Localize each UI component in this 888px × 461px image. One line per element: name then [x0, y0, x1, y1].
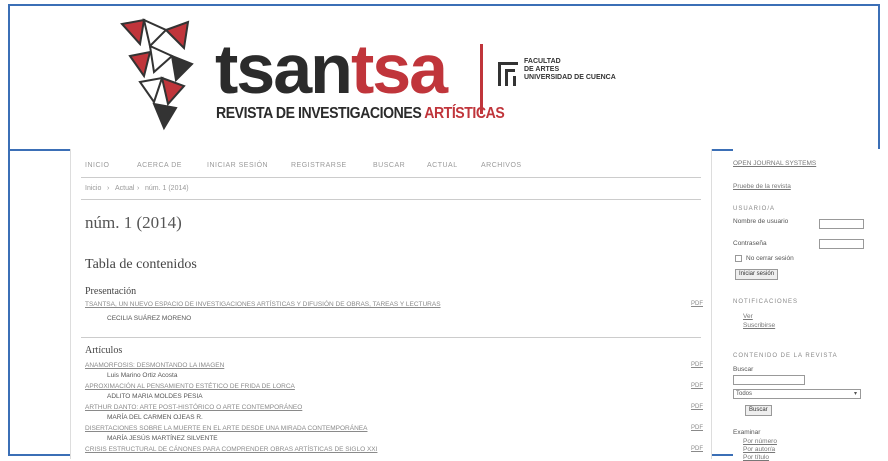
brand-wordmark[interactable]: tsantsa: [215, 34, 448, 104]
main-nav: INICIO ACERCA DE INICIAR SESIÓN REGISTRA…: [81, 157, 701, 178]
username-input[interactable]: [819, 219, 864, 229]
ojs-link[interactable]: OPEN JOURNAL SYSTEMS: [733, 160, 816, 167]
brand-subtitle: REVISTA DE INVESTIGACIONES ARTÍSTICAS: [216, 105, 505, 123]
brand-part2: tsa: [350, 30, 448, 108]
breadcrumb-sep: ›: [107, 185, 110, 192]
nav-item-iniciar-sesion[interactable]: INICIAR SESIÓN: [207, 162, 268, 169]
search-label: Buscar: [733, 366, 754, 373]
pdf-link[interactable]: PDF: [691, 383, 703, 389]
main-content: INICIO ACERCA DE INICIAR SESIÓN REGISTRA…: [70, 149, 712, 459]
chevron-down-icon: ▾: [853, 391, 857, 397]
remember-checkbox[interactable]: [735, 255, 742, 262]
user-block-heading: USUARIO/A: [733, 206, 776, 212]
article-title-link[interactable]: CRISIS ESTRUCTURAL DE CÁNONES PARA COMPR…: [85, 446, 377, 453]
pdf-link[interactable]: PDF: [691, 425, 703, 431]
notifications-heading: NOTIFICACIONES: [733, 299, 799, 305]
section-heading: Presentación: [85, 286, 137, 297]
browse-by-author-link[interactable]: Por autor/a: [743, 446, 775, 453]
breadcrumb-inicio[interactable]: Inicio: [85, 185, 101, 192]
nav-item-acerca[interactable]: ACERCA DE: [137, 162, 182, 169]
login-button[interactable]: Iniciar sesión: [735, 269, 779, 280]
section-divider: [81, 337, 701, 338]
breadcrumb: Inicio › Actual › núm. 1 (2014): [81, 181, 701, 200]
nav-item-archivos[interactable]: ARCHIVOS: [481, 162, 522, 169]
search-scope-value: Todos: [736, 391, 753, 397]
article-author: ADLITO MARIA MOLDES PESIA: [107, 393, 203, 400]
search-button[interactable]: Buscar: [745, 405, 772, 416]
notif-view-link[interactable]: Ver: [743, 313, 753, 320]
tsantsa-logo-mark: [120, 18, 194, 131]
section-heading: Artículos: [85, 345, 123, 356]
article-title-link[interactable]: ARTHUR DANTO: ARTE POST-HISTÓRICO O ARTE…: [85, 404, 302, 411]
pdf-link[interactable]: PDF: [691, 446, 703, 452]
search-scope-select[interactable]: Todos ▾: [733, 389, 861, 399]
nav-item-actual[interactable]: ACTUAL: [427, 162, 458, 169]
pdf-link[interactable]: PDF: [691, 404, 703, 410]
nav-item-registrarse[interactable]: REGISTRARSE: [291, 162, 347, 169]
breadcrumb-actual[interactable]: Actual: [115, 185, 134, 192]
article-title-link[interactable]: TSANTSA, UN NUEVO ESPACIO DE INVESTIGACI…: [85, 301, 441, 308]
brand-subtitle-main: REVISTA DE INVESTIGACIONES: [216, 105, 425, 122]
site-header: tsantsa REVISTA DE INVESTIGACIONES ARTÍS…: [10, 6, 878, 151]
page-title: núm. 1 (2014): [85, 213, 182, 232]
journal-profile-link[interactable]: Pruebe de la revista: [733, 183, 791, 190]
pdf-link[interactable]: PDF: [691, 362, 703, 368]
brand-part1: tsan: [215, 30, 353, 108]
browse-by-issue-link[interactable]: Por número: [743, 438, 777, 445]
brand-subtitle-red: ARTÍSTICAS: [424, 105, 505, 122]
breadcrumb-sep: ›: [137, 185, 140, 192]
faculty-line: UNIVERSIDAD DE CUENCA: [524, 74, 616, 81]
pdf-link[interactable]: PDF: [691, 301, 703, 307]
page-frame: tsantsa REVISTA DE INVESTIGACIONES ARTÍS…: [8, 4, 881, 461]
breadcrumb-current: núm. 1 (2014): [145, 185, 189, 192]
article-title-link[interactable]: ANAMORFOSIS: DESMONTANDO LA IMAGEN: [85, 362, 224, 369]
search-input[interactable]: [733, 375, 805, 385]
article-author: Luis Marino Ortiz Acosta: [107, 372, 178, 379]
notif-subscribe-link[interactable]: Suscribirse: [743, 322, 775, 329]
sidebar: OPEN JOURNAL SYSTEMS Pruebe de la revist…: [733, 149, 881, 461]
nav-item-inicio[interactable]: INICIO: [85, 162, 109, 169]
faculty-text: FACULTAD DE ARTES UNIVERSIDAD DE CUENCA: [524, 58, 616, 82]
username-label: Nombre de usuario: [733, 218, 789, 225]
faculty-logo-icon: [498, 62, 518, 86]
password-input[interactable]: [819, 239, 864, 249]
journal-content-heading: CONTENIDO DE LA REVISTA: [733, 353, 838, 359]
remember-label: No cerrar sesión: [746, 255, 794, 262]
faculty-line: FACULTAD: [524, 58, 561, 65]
nav-item-buscar[interactable]: BUSCAR: [373, 162, 405, 169]
article-author: MARÍA JESÚS MARTÍNEZ SILVENTE: [107, 435, 218, 442]
header-divider: [480, 44, 483, 114]
article-author: CECILIA SUÁREZ MORENO: [107, 315, 192, 322]
faculty-line: DE ARTES: [524, 66, 560, 73]
article-title-link[interactable]: DISERTACIONES SOBRE LA MUERTE EN EL ARTE…: [85, 425, 367, 432]
toc-title: Tabla de contenidos: [85, 257, 197, 272]
article-author: MARÍA DEL CARMEN OJEAS R.: [107, 414, 203, 421]
browse-label: Examinar: [733, 429, 761, 436]
article-title-link[interactable]: APROXIMACIÓN AL PENSAMIENTO ESTÉTICO DE …: [85, 383, 295, 390]
password-label: Contraseña: [733, 240, 767, 247]
